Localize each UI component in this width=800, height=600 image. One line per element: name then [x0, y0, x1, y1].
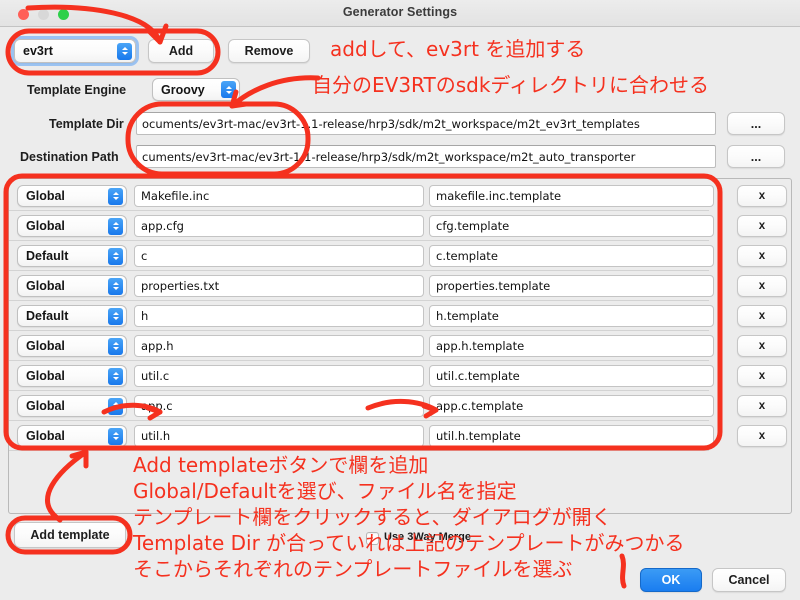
annotation-add-note: addして、ev3rt を追加する: [330, 37, 586, 61]
table-row: Global app.h app.h.template x: [9, 331, 791, 361]
chevron-updown-icon: [108, 337, 123, 355]
chevron-updown-icon: [108, 367, 123, 385]
row-separator: [9, 450, 709, 451]
window-titlebar: Generator Settings: [0, 0, 800, 27]
row-template-input[interactable]: h.template: [429, 305, 714, 327]
add-button[interactable]: Add: [148, 39, 214, 63]
row-filename-input[interactable]: c: [134, 245, 424, 267]
chevron-updown-icon: [108, 427, 123, 445]
template-engine-label: Template Engine: [27, 83, 127, 97]
chevron-updown-icon: [221, 81, 236, 98]
annotation-block-line-3: テンプレート欄をクリックすると、ダイアログが開く: [133, 505, 612, 529]
annotation-arrow-sdk: [229, 75, 321, 109]
row-template-input[interactable]: app.c.template: [429, 395, 714, 417]
row-scope-dropdown[interactable]: Global: [17, 335, 127, 357]
template-dir-input[interactable]: ocuments/ev3rt-mac/ev3rt-1.1-release/hrp…: [136, 112, 716, 135]
row-delete-button[interactable]: x: [737, 425, 787, 447]
row-template-input[interactable]: properties.template: [429, 275, 714, 297]
row-scope-dropdown[interactable]: Global: [17, 275, 127, 297]
table-row: Global util.c util.c.template x: [9, 361, 791, 391]
row-delete-button[interactable]: x: [737, 335, 787, 357]
chevron-updown-icon: [108, 397, 123, 415]
row-scope-value: Global: [26, 219, 65, 233]
row-delete-button[interactable]: x: [737, 245, 787, 267]
template-dir-label: Template Dir: [49, 117, 124, 131]
row-filename-input[interactable]: h: [134, 305, 424, 327]
chevron-updown-icon: [108, 187, 123, 205]
row-scope-dropdown[interactable]: Global: [17, 395, 127, 417]
row-template-input[interactable]: c.template: [429, 245, 714, 267]
row-scope-value: Global: [26, 429, 65, 443]
destination-path-label: Destination Path: [20, 150, 119, 164]
row-scope-value: Global: [26, 189, 65, 203]
chevron-updown-icon: [108, 277, 123, 295]
row-template-input[interactable]: util.c.template: [429, 365, 714, 387]
cancel-button[interactable]: Cancel: [712, 568, 786, 592]
row-filename-input[interactable]: util.h: [134, 425, 424, 447]
annotation-block-line-1: Add templateボタンで欄を追加: [133, 453, 429, 477]
template-engine-value: Groovy: [161, 82, 205, 97]
table-row: Global properties.txt properties.template x: [9, 271, 791, 301]
row-filename-input[interactable]: properties.txt: [134, 275, 424, 297]
row-filename-input[interactable]: app.cfg: [134, 215, 424, 237]
row-template-input[interactable]: util.h.template: [429, 425, 714, 447]
row-scope-dropdown[interactable]: Global: [17, 425, 127, 447]
remove-button[interactable]: Remove: [228, 39, 310, 63]
row-filename-input[interactable]: app.c: [134, 395, 424, 417]
annotation-block-line-4: Template Dir が合っていれは上記のテンプレートがみつかる: [133, 531, 685, 555]
row-scope-dropdown[interactable]: Global: [17, 365, 127, 387]
generator-settings-window: Generator Settings ev3rt Add Remove Temp…: [0, 0, 800, 600]
add-template-button[interactable]: Add template: [14, 522, 126, 548]
row-scope-dropdown[interactable]: Global: [17, 215, 127, 237]
row-filename-input[interactable]: Makefile.inc: [134, 185, 424, 207]
row-scope-dropdown[interactable]: Default: [17, 305, 127, 327]
row-scope-value: Default: [26, 309, 69, 323]
row-delete-button[interactable]: x: [737, 305, 787, 327]
chevron-updown-icon: [108, 307, 123, 325]
table-row: Global Makefile.inc makefile.inc.template x: [9, 181, 791, 211]
row-scope-value: Global: [26, 279, 65, 293]
row-template-input[interactable]: makefile.inc.template: [429, 185, 714, 207]
template-dir-browse-button[interactable]: ...: [727, 112, 785, 135]
window-title: Generator Settings: [342, 5, 458, 19]
chevron-updown-icon: [108, 247, 123, 265]
annotation-block-line-5: そこからそれぞれのテンプレートファイルを選ぶ: [133, 557, 573, 581]
chevron-updown-icon: [108, 217, 123, 235]
preset-value: ev3rt: [23, 44, 53, 58]
table-row: Global app.cfg cfg.template x: [9, 211, 791, 241]
row-delete-button[interactable]: x: [737, 185, 787, 207]
row-scope-dropdown[interactable]: Global: [17, 185, 127, 207]
row-delete-button[interactable]: x: [737, 275, 787, 297]
table-row: Default h h.template x: [9, 301, 791, 331]
row-scope-value: Global: [26, 399, 65, 413]
row-scope-value: Global: [26, 339, 65, 353]
table-row: Global app.c app.c.template x: [9, 391, 791, 421]
row-delete-button[interactable]: x: [737, 215, 787, 237]
row-scope-dropdown[interactable]: Default: [17, 245, 127, 267]
annotation-sdk-note: 自分のEV3RTのsdkディレクトリに合わせる: [312, 73, 709, 97]
row-filename-input[interactable]: app.h: [134, 335, 424, 357]
template-engine-dropdown[interactable]: Groovy: [152, 78, 240, 101]
row-filename-input[interactable]: util.c: [134, 365, 424, 387]
annotation-block-line-2: Global/Defaultを選び、ファイル名を指定: [133, 479, 517, 503]
row-template-input[interactable]: app.h.template: [429, 335, 714, 357]
preset-dropdown[interactable]: ev3rt: [14, 39, 136, 63]
table-row: Global util.h util.h.template x: [9, 421, 791, 451]
row-delete-button[interactable]: x: [737, 365, 787, 387]
row-delete-button[interactable]: x: [737, 395, 787, 417]
table-row: Default c c.template x: [9, 241, 791, 271]
chevron-updown-icon: [117, 42, 132, 60]
row-template-input[interactable]: cfg.template: [429, 215, 714, 237]
annotation-block: Add templateボタンで欄を追加 Global/Defaultを選び、フ…: [133, 452, 685, 582]
row-scope-value: Global: [26, 369, 65, 383]
destination-path-browse-button[interactable]: ...: [727, 145, 785, 168]
row-scope-value: Default: [26, 249, 69, 263]
destination-path-input[interactable]: cuments/ev3rt-mac/ev3rt-1.1-release/hrp3…: [136, 145, 716, 168]
